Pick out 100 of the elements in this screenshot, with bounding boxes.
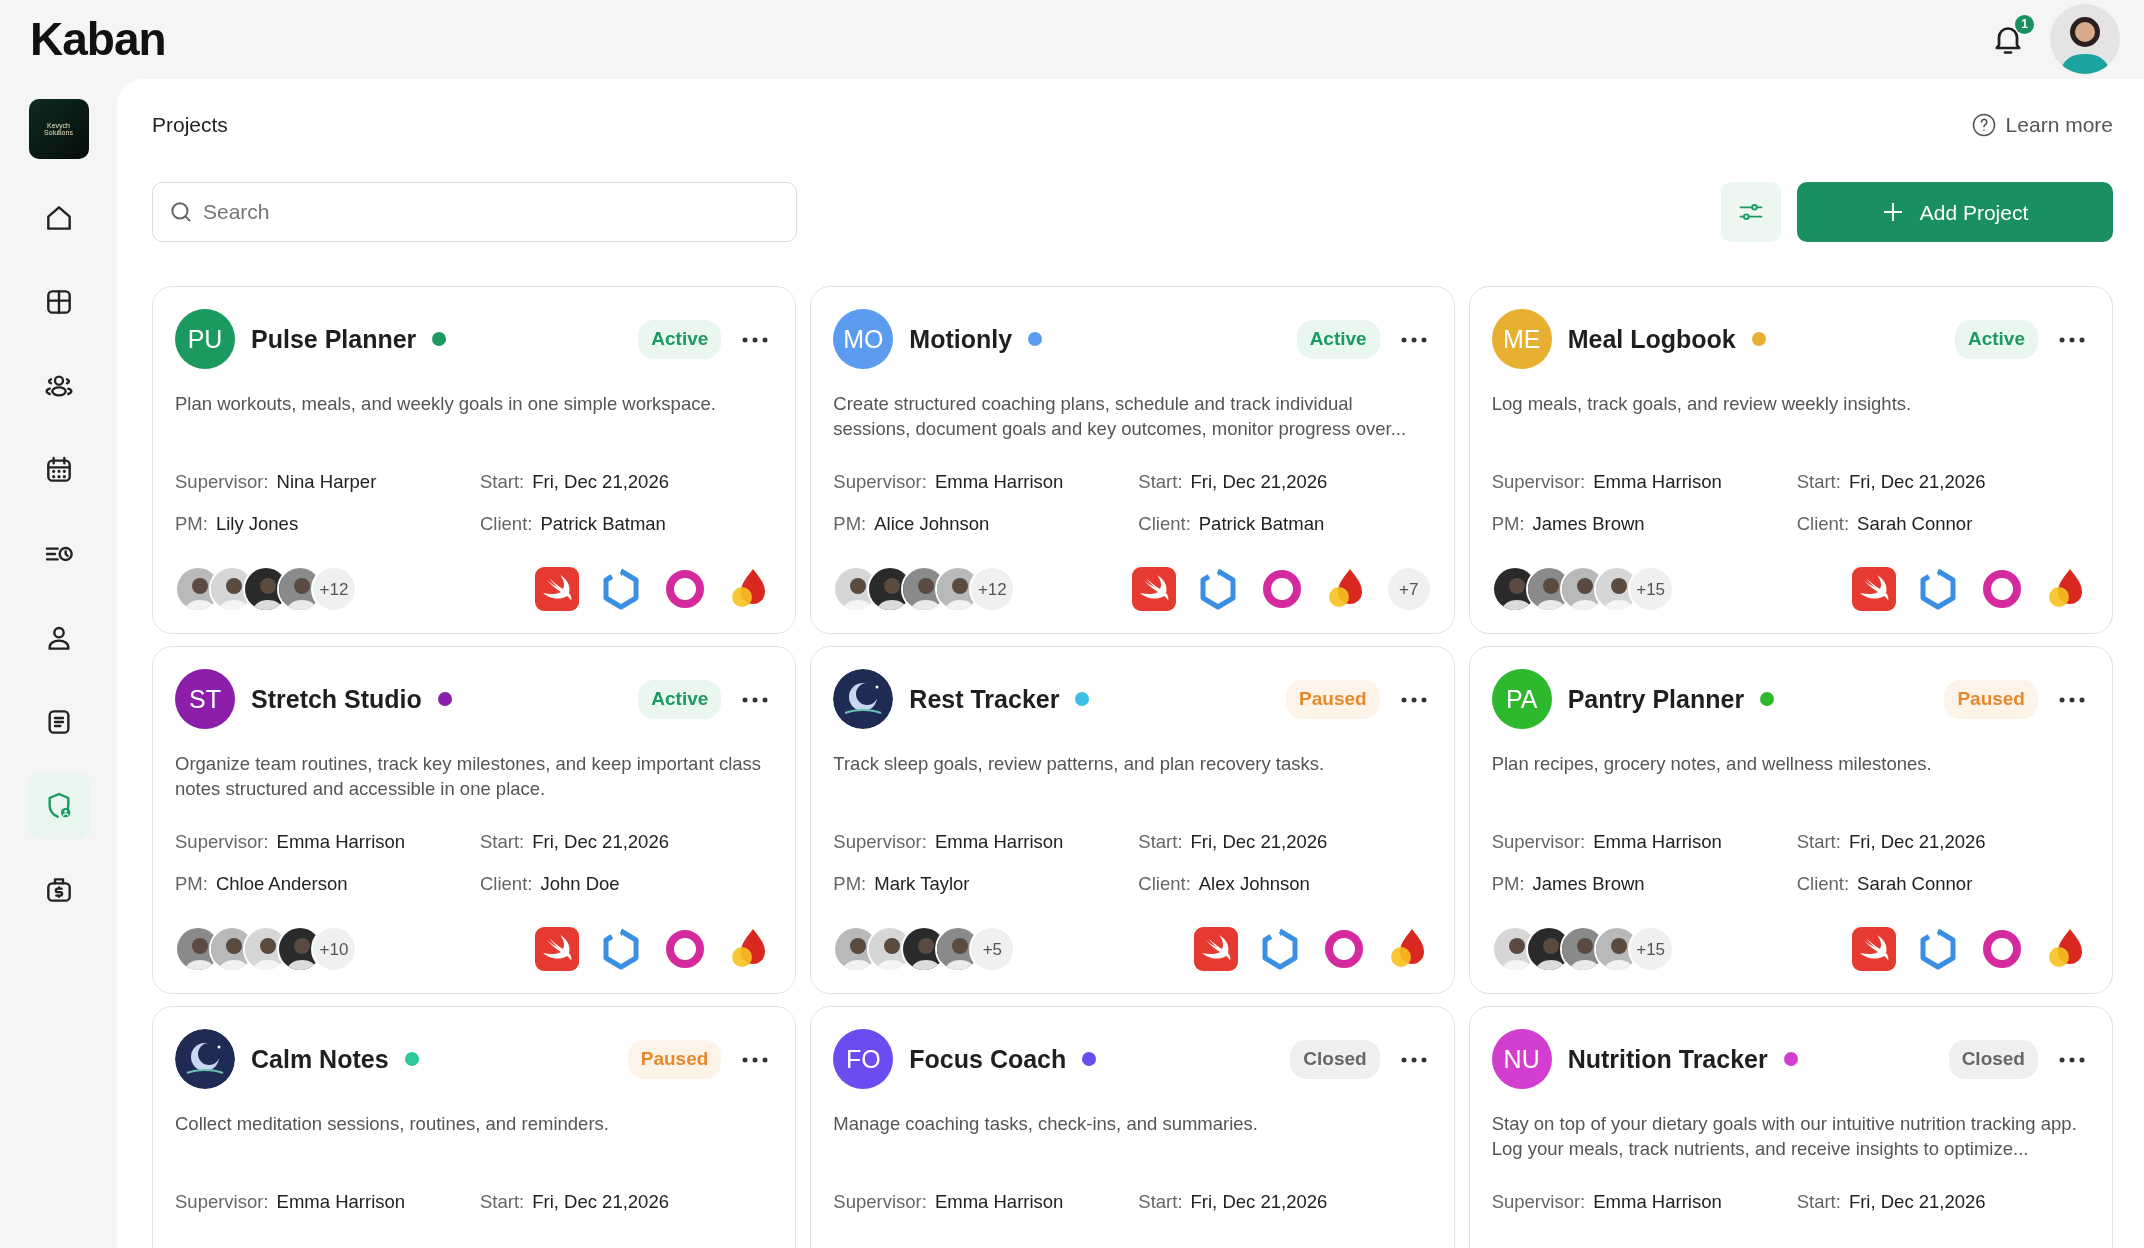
- project-name: Stretch Studio: [251, 683, 422, 715]
- project-description: Track sleep goals, review patterns, and plan recovery tasks.: [833, 752, 1326, 777]
- field-label: Start:: [1796, 1190, 1841, 1215]
- start-date: Fri, Dec 21,2026: [1190, 470, 1328, 495]
- more-members-count: +12: [969, 566, 1016, 613]
- project-description: Manage coaching tasks, check-ins, and summaries.: [833, 1112, 1259, 1137]
- pm-name: Alice Johnson: [874, 512, 990, 537]
- field-label: Start:: [480, 830, 525, 855]
- pm-name: Mark Taylor: [874, 872, 970, 897]
- field-label: Supervisor:: [175, 470, 269, 495]
- status-badge: Active: [1296, 320, 1380, 359]
- field-label: Supervisor:: [833, 1190, 927, 1215]
- pm-name: Chloe Anderson: [215, 872, 348, 897]
- project-description: Plan recipes, grocery notes, and wellness milestones.: [1491, 752, 1933, 777]
- project-name: Pantry Planner: [1567, 683, 1745, 715]
- more-icon: [741, 696, 770, 705]
- more-members-count: +10: [311, 926, 357, 973]
- field-label: Supervisor:: [175, 1190, 269, 1215]
- more-icon: [741, 1056, 770, 1065]
- status-badge: Active: [638, 320, 722, 359]
- start-date: Fri, Dec 21,2026: [532, 470, 669, 495]
- learn-more-link[interactable]: Learn more: [1969, 108, 2113, 141]
- start-date: Fri, Dec 21,2026: [1848, 1190, 1986, 1215]
- project-initials: NU: [1491, 1029, 1552, 1090]
- project-name: Focus Coach: [909, 1043, 1067, 1075]
- field-label: Client:: [1138, 872, 1191, 897]
- client-name: Sarah Connor: [1857, 872, 1973, 897]
- supervisor-name: Emma Harrison: [276, 1190, 406, 1215]
- status-badge: Closed: [1290, 1040, 1380, 1079]
- field-label: Supervisor:: [1491, 470, 1586, 495]
- project-initials: ME: [1491, 309, 1552, 370]
- more-icon: [1399, 336, 1428, 345]
- supervisor-name: Emma Harrison: [1593, 470, 1722, 495]
- page-title: Projects: [152, 111, 228, 138]
- field-label: Start:: [1796, 830, 1841, 855]
- start-date: Fri, Dec 21,2026: [1190, 830, 1328, 855]
- status-badge: Paused: [1944, 680, 2038, 719]
- project-description: Stay on top of your dietary goals with our intuitive nutrition tracking app. Log your meals, track nutrients, and receive insights to optimize...: [1491, 1112, 2078, 1162]
- field-label: PM:: [175, 872, 208, 897]
- supervisor-name: Nina Harper: [276, 470, 377, 495]
- status-badge: Paused: [627, 1040, 722, 1079]
- pm-name: James Brown: [1532, 512, 1645, 537]
- more-tech-count: +7: [1385, 566, 1432, 613]
- field-label: Client:: [480, 512, 533, 537]
- project-name: Motionly: [909, 323, 1013, 355]
- pm-name: Lily Jones: [215, 512, 299, 537]
- project-description: Organize team routines, track key milestones, and keep important class notes structured and accessible in one place.: [175, 752, 763, 802]
- supervisor-name: Emma Harrison: [276, 830, 406, 855]
- add-project-button[interactable]: Add Project: [1797, 182, 2113, 243]
- swift-bird-icon: [1850, 925, 1898, 974]
- more-members-count: +5: [969, 926, 1016, 973]
- project-description: Log meals, track goals, and review weekly insights.: [1491, 392, 1913, 417]
- field-label: PM:: [1491, 512, 1525, 537]
- more-members-count: +15: [1627, 926, 1674, 973]
- more-members-count: +12: [311, 566, 357, 613]
- app-logo: Kaban: [30, 11, 166, 67]
- plus-icon: [1881, 201, 1904, 224]
- field-label: Start:: [1138, 830, 1183, 855]
- client-name: Patrick Batman: [540, 512, 666, 537]
- swift-bird-icon: [1191, 925, 1240, 974]
- field-label: Start:: [480, 470, 525, 495]
- field-label: Supervisor:: [833, 830, 927, 855]
- field-label: PM:: [1491, 872, 1525, 897]
- swift-bird-icon: [533, 565, 582, 614]
- field-label: Start:: [1796, 470, 1841, 495]
- more-icon: [2058, 336, 2086, 345]
- swift-bird-icon: [533, 925, 582, 974]
- field-label: PM:: [833, 872, 867, 897]
- project-initials: ST: [175, 669, 235, 730]
- start-date: Fri, Dec 21,2026: [1190, 1190, 1328, 1215]
- client-name: Sarah Connor: [1857, 512, 1973, 537]
- field-label: Client:: [480, 872, 533, 897]
- field-label: Supervisor:: [1491, 830, 1586, 855]
- supervisor-name: Emma Harrison: [1593, 1190, 1722, 1215]
- pm-name: James Brown: [1532, 872, 1645, 897]
- more-icon: [1399, 1056, 1428, 1065]
- client-name: Patrick Batman: [1198, 512, 1325, 537]
- status-badge: Active: [638, 680, 722, 719]
- field-label: Start:: [1138, 1190, 1183, 1215]
- status-badge: Closed: [1948, 1040, 2038, 1079]
- start-date: Fri, Dec 21,2026: [532, 1190, 669, 1215]
- field-label: Supervisor:: [833, 470, 927, 495]
- project-description: Plan workouts, meals, and weekly goals in one simple workspace.: [175, 392, 717, 417]
- project-initials: PU: [175, 309, 235, 370]
- swift-bird-icon: [1129, 565, 1178, 614]
- supervisor-name: Emma Harrison: [934, 830, 1064, 855]
- project-name: Calm Notes: [251, 1043, 389, 1075]
- supervisor-name: Emma Harrison: [934, 1190, 1064, 1215]
- supervisor-name: Emma Harrison: [1593, 830, 1722, 855]
- search-field[interactable]: Search: [152, 182, 797, 243]
- field-label: Start:: [1138, 470, 1183, 495]
- filter-button[interactable]: [1721, 182, 1781, 243]
- project-initials: MO: [833, 309, 894, 370]
- more-members-count: +15: [1627, 566, 1674, 613]
- project-description: Create structured coaching plans, schedule and track individual sessions, document goals and key outcomes, monitor progress over...: [833, 392, 1408, 442]
- project-name: Rest Tracker: [909, 683, 1060, 715]
- more-icon: [2058, 696, 2086, 705]
- status-badge: Active: [1954, 320, 2038, 359]
- project-description: Collect meditation sessions, routines, and reminders.: [175, 1112, 610, 1137]
- start-date: Fri, Dec 21,2026: [1848, 470, 1986, 495]
